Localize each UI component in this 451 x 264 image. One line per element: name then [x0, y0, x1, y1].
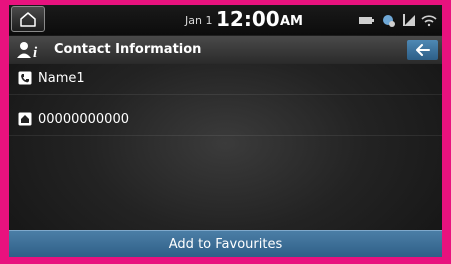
back-arrow-icon: [415, 44, 430, 56]
phonebook-icon: [18, 71, 32, 85]
sync-icon: [383, 15, 395, 27]
home-button[interactable]: [11, 6, 45, 32]
status-ampm: AM: [280, 14, 303, 29]
contact-number-row[interactable]: 00000000000: [9, 105, 442, 136]
contact-info-icon: i: [17, 42, 38, 59]
signal-icon: [403, 14, 415, 26]
battery-icon: [359, 17, 374, 24]
status-icons: [359, 12, 439, 28]
page-title: Contact Information: [54, 42, 202, 57]
home-icon: [20, 12, 36, 27]
contact-number: 00000000000: [38, 112, 129, 127]
wifi-icon: [421, 15, 437, 27]
contact-name-row: Name1: [9, 64, 442, 95]
status-time: 12:00: [216, 7, 280, 31]
back-button[interactable]: [407, 40, 438, 60]
status-bar: Jan 1 12:00 AM: [9, 5, 442, 35]
head-unit-screen: Jan 1 12:00 AM i Contact Information Nam…: [9, 5, 442, 257]
home-phone-icon: [18, 112, 32, 126]
add-to-favourites-button[interactable]: Add to Favourites: [9, 230, 442, 257]
title-bar: i Contact Information: [9, 36, 442, 64]
status-date: Jan 1: [185, 14, 213, 27]
contact-name: Name1: [38, 71, 85, 86]
svg-text:i: i: [33, 45, 38, 59]
